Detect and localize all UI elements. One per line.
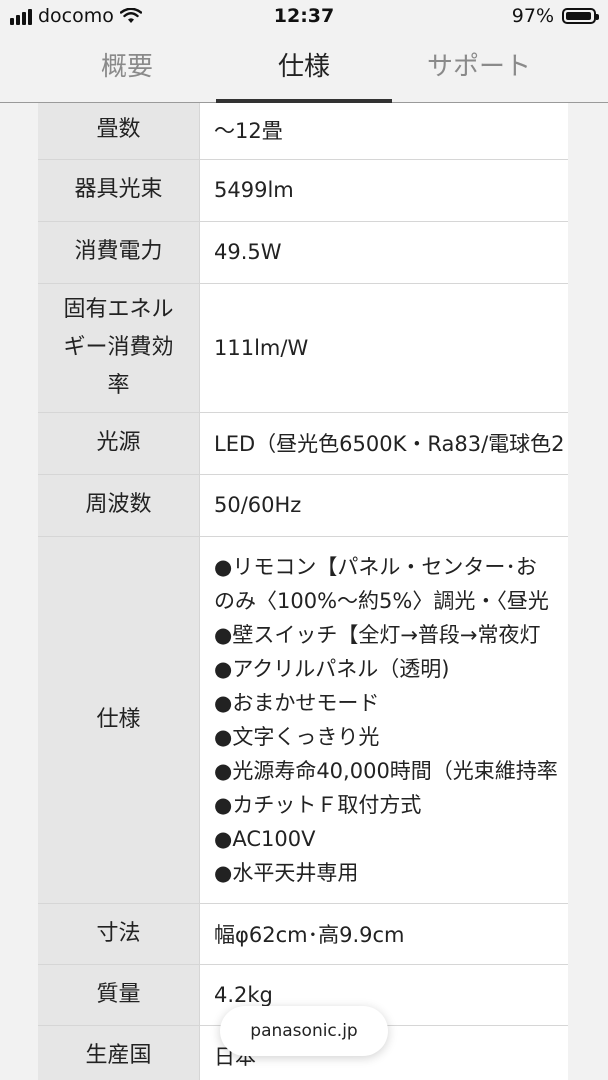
spec-value-text: 49.5W (214, 240, 282, 264)
spec-key: 消費電力 (38, 221, 200, 284)
spec-value: 幅φ62cm･高9.9cm (199, 903, 568, 965)
spec-feature-item: ●文字くっきり光 (214, 724, 380, 749)
spec-key: 光源 (38, 412, 200, 475)
spec-feature-item: ●水平天井専用 (214, 860, 359, 885)
status-bar: docomo 12:37 97% (0, 0, 608, 34)
spec-row-tatami: 畳数 ～12畳 (38, 103, 568, 160)
spec-value: ●リモコン【パネル・センター･お のみ〈100%～約5%〉調光・〈昼光 ●壁スイ… (199, 536, 568, 904)
spec-value-text: ～12畳 (214, 118, 283, 143)
spec-value-text: 5499lm (214, 178, 294, 202)
spec-value-text: 4.2kg (214, 982, 273, 1007)
spec-feature-item: のみ〈100%～約5%〉調光・〈昼光 (214, 588, 549, 613)
battery-icon (562, 8, 599, 24)
tab-overview[interactable]: 概要 (38, 34, 216, 102)
spec-row-flux: 器具光束 5499lm (38, 159, 568, 222)
spec-key-line: ギー消費効 (63, 334, 174, 360)
spec-key: 仕様 (38, 536, 200, 904)
spec-value-text: 幅φ62cm･高9.9cm (214, 922, 405, 947)
spec-list-wrapper: ●リモコン【パネル・センター･お のみ〈100%～約5%〉調光・〈昼光 ●壁スイ… (214, 550, 568, 890)
spec-feature-item: ●カチットＦ取付方式 (214, 792, 422, 817)
tab-bar: 概要 仕様 サポート (0, 34, 608, 103)
spec-feature-item: ●アクリルパネル（透明) (214, 656, 450, 681)
spec-key-line: 率 (107, 372, 130, 398)
tab-specifications[interactable]: 仕様 (216, 34, 392, 102)
spec-row-dimensions: 寸法 幅φ62cm･高9.9cm (38, 903, 568, 965)
spec-row-light-source: 光源 LED（昼光色6500K・Ra83/電球色2 (38, 412, 568, 475)
spec-value: LED（昼光色6500K・Ra83/電球色2 (199, 412, 568, 475)
spec-feature-item: ●壁スイッチ【全灯→普段→常夜灯 (214, 622, 541, 647)
spec-value: ～12畳 (199, 103, 568, 160)
spec-key: 生産国 (38, 1025, 200, 1080)
spec-key: 固有エネル ギー消費効 率 (38, 283, 200, 413)
spec-feature-item: ●AC100V (214, 826, 316, 851)
status-right: 97% (511, 5, 599, 27)
spec-key: 寸法 (38, 903, 200, 965)
spec-row-frequency: 周波数 50/60Hz (38, 474, 568, 537)
spec-key: 器具光束 (38, 159, 200, 222)
spec-feature-list: ●リモコン【パネル・センター･お のみ〈100%～約5%〉調光・〈昼光 ●壁スイ… (214, 550, 568, 890)
spec-key-line: 固有エネル (63, 296, 174, 322)
tab-support[interactable]: サポート (392, 34, 566, 102)
spec-key: 周波数 (38, 474, 200, 537)
spec-key: 畳数 (38, 103, 200, 160)
spec-row-power: 消費電力 49.5W (38, 221, 568, 284)
spec-value: 49.5W (199, 221, 568, 284)
spec-scroll-area[interactable]: 畳数 ～12畳 器具光束 5499lm 消費電力 49.5W 固有エネル ギー消… (0, 103, 608, 1080)
spec-row-efficiency: 固有エネル ギー消費効 率 111lm/W (38, 283, 568, 413)
spec-value-text: 111lm/W (214, 335, 309, 360)
spec-feature-item: ●おまかせモード (214, 690, 380, 715)
spec-value: 5499lm (199, 159, 568, 222)
spec-feature-item: ●リモコン【パネル・センター･お (214, 554, 537, 579)
spec-table: 畳数 ～12畳 器具光束 5499lm 消費電力 49.5W 固有エネル ギー消… (38, 103, 568, 1080)
spec-value: 50/60Hz (199, 474, 568, 537)
spec-key: 質量 (38, 964, 200, 1026)
url-domain-pill[interactable]: panasonic.jp (220, 1006, 388, 1056)
spec-value: 111lm/W (199, 283, 568, 413)
spec-value-text: LED（昼光色6500K・Ra83/電球色2 (214, 432, 565, 456)
spec-value-text: 50/60Hz (214, 493, 302, 517)
battery-percentage: 97% (511, 5, 554, 27)
spec-row-specification: 仕様 ●リモコン【パネル・センター･お のみ〈100%～約5%〉調光・〈昼光 ●… (38, 536, 568, 904)
spec-feature-item: ●光源寿命40,000時間（光束維持率 (214, 758, 558, 783)
